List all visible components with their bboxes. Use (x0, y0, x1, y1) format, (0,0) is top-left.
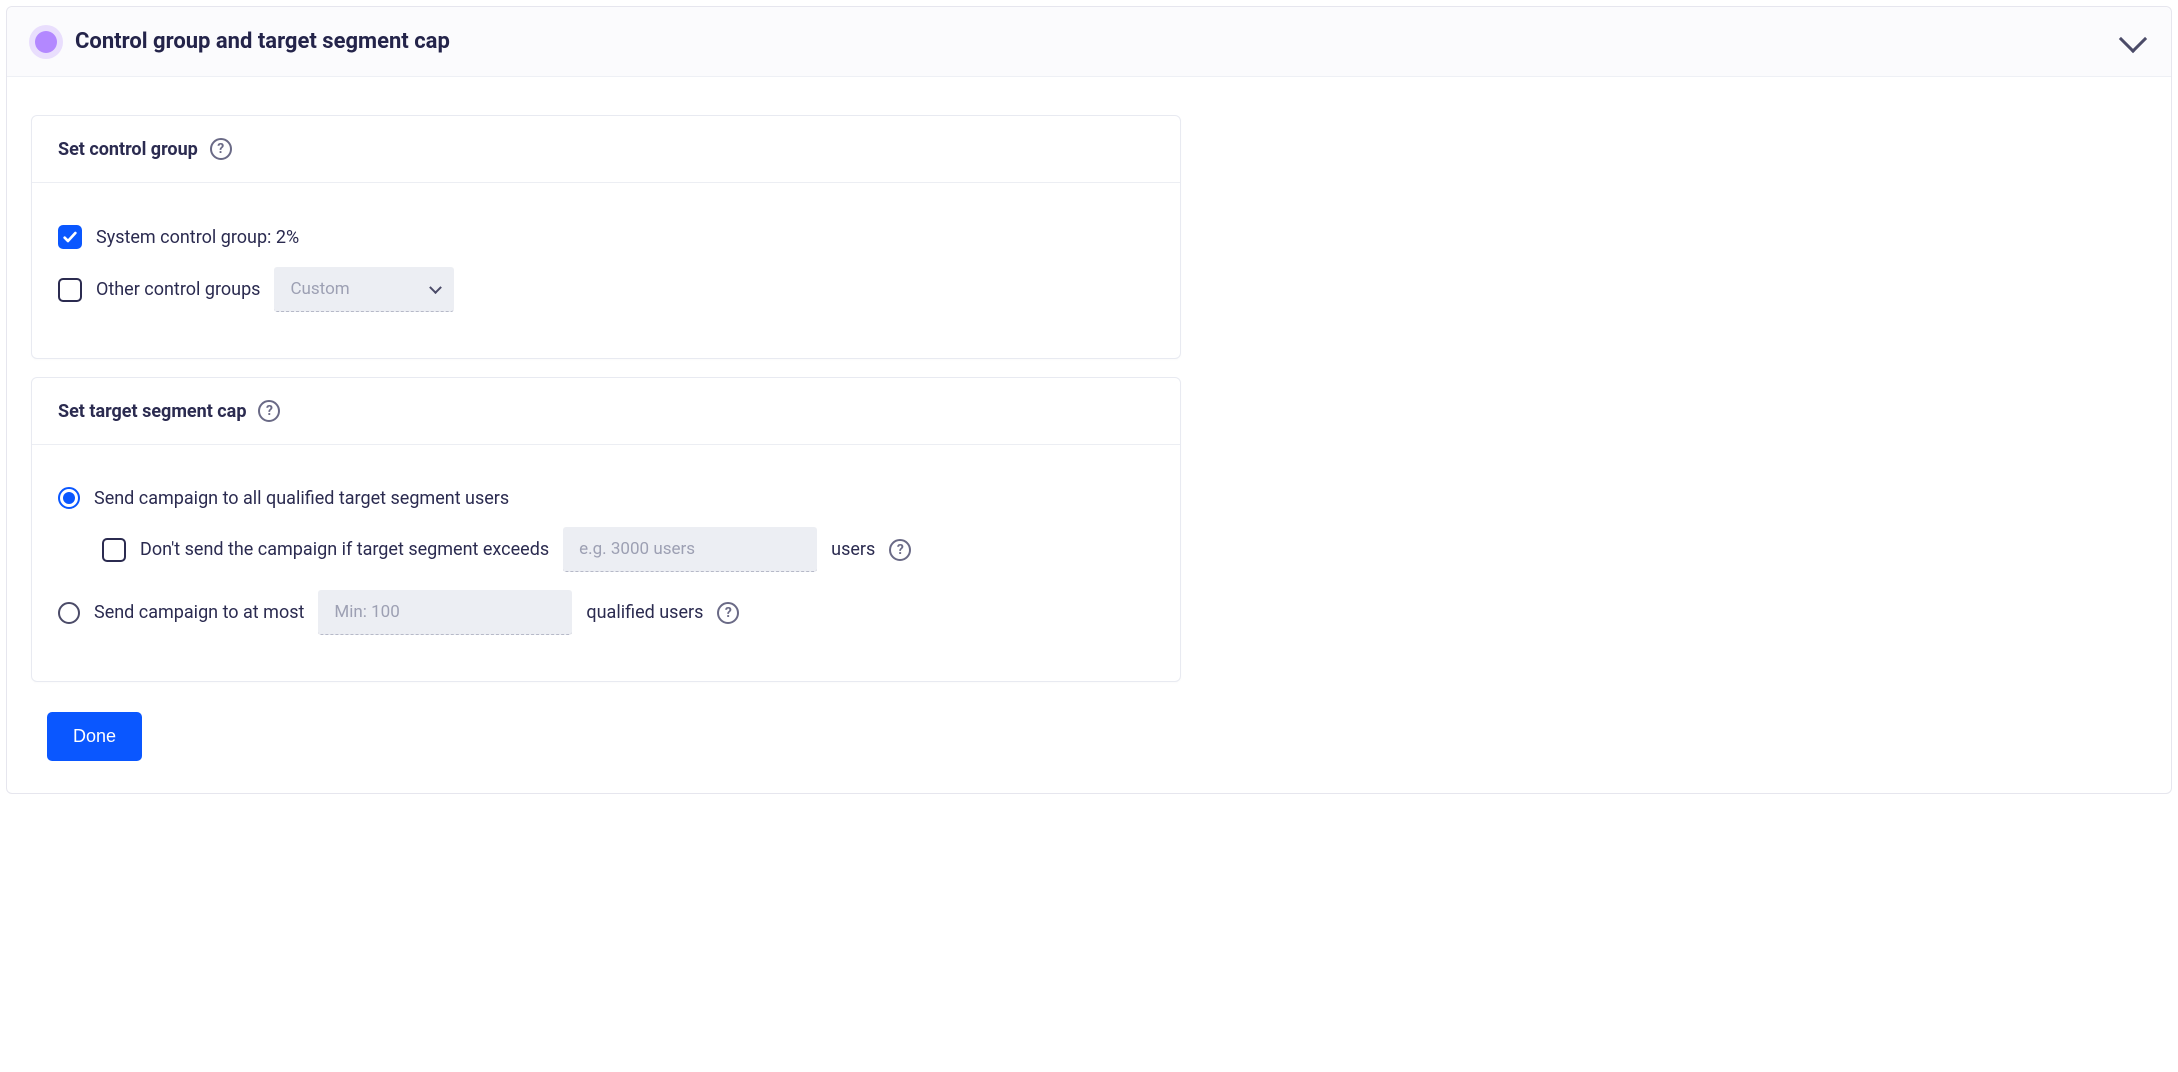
exceeds-users-input[interactable] (563, 527, 817, 572)
target-segment-cap-card-header: Set target segment cap ? (32, 378, 1180, 445)
send-at-most-label: Send campaign to at most (94, 602, 304, 623)
chevron-down-icon (2119, 24, 2147, 52)
target-segment-cap-title: Set target segment cap (58, 401, 246, 422)
settings-panel: Control group and target segment cap Set… (6, 6, 2172, 794)
other-control-groups-row: Other control groups Custom (58, 267, 1154, 312)
control-group-card: Set control group ? System control group… (31, 115, 1181, 359)
send-at-most-row: Send campaign to at most qualified users… (58, 590, 1154, 635)
help-icon[interactable]: ? (889, 539, 911, 561)
system-control-group-row: System control group: 2% (58, 225, 1154, 249)
control-group-card-body: System control group: 2% Other control g… (32, 183, 1180, 358)
panel-title: Control group and target segment cap (75, 29, 450, 54)
send-at-most-radio[interactable] (58, 602, 80, 624)
other-control-groups-label: Other control groups (96, 279, 260, 300)
status-dot-icon (35, 31, 57, 53)
system-control-group-checkbox[interactable] (58, 225, 82, 249)
control-group-title: Set control group (58, 139, 198, 160)
custom-select-placeholder: Custom (290, 279, 349, 299)
custom-control-group-select[interactable]: Custom (274, 267, 454, 312)
chevron-down-icon (430, 281, 443, 294)
help-icon[interactable]: ? (210, 138, 232, 160)
done-button[interactable]: Done (47, 712, 142, 761)
help-icon[interactable]: ? (258, 400, 280, 422)
send-all-label: Send campaign to all qualified target se… (94, 488, 509, 509)
dont-send-if-exceeds-checkbox[interactable] (102, 538, 126, 562)
help-icon[interactable]: ? (717, 602, 739, 624)
accordion-body: Set control group ? System control group… (7, 77, 2171, 793)
control-group-card-header: Set control group ? (32, 116, 1180, 183)
dont-send-if-exceeds-row: Don't send the campaign if target segmen… (102, 527, 1154, 572)
other-control-groups-checkbox[interactable] (58, 278, 82, 302)
accordion-header[interactable]: Control group and target segment cap (7, 7, 2171, 77)
accordion-header-left: Control group and target segment cap (35, 29, 450, 54)
at-most-suffix: qualified users (586, 602, 703, 623)
target-segment-cap-card-body: Send campaign to all qualified target se… (32, 445, 1180, 681)
dont-send-if-exceeds-label: Don't send the campaign if target segmen… (140, 539, 549, 560)
at-most-users-input[interactable] (318, 590, 572, 635)
exceeds-suffix: users (831, 539, 875, 560)
check-icon (62, 229, 78, 245)
send-all-row: Send campaign to all qualified target se… (58, 487, 1154, 509)
system-control-group-label: System control group: 2% (96, 227, 299, 248)
send-all-radio[interactable] (58, 487, 80, 509)
target-segment-cap-card: Set target segment cap ? Send campaign t… (31, 377, 1181, 682)
